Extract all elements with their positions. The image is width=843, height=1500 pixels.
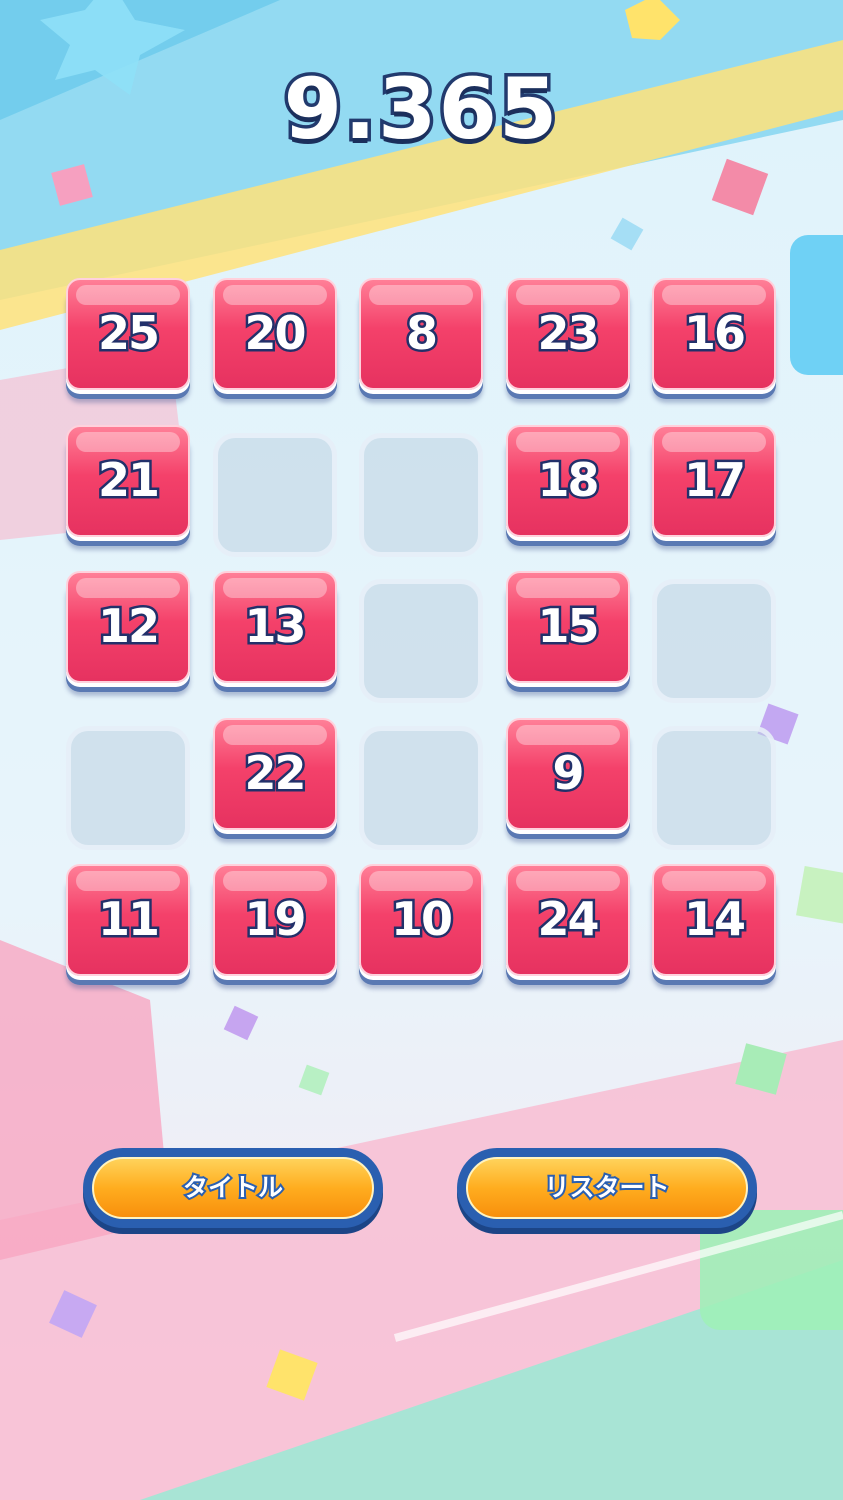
tile-face: 19 xyxy=(212,864,337,976)
tile-face: 8 xyxy=(359,278,483,390)
tile-face: 17 xyxy=(652,424,776,537)
tile-face: 20 xyxy=(212,278,337,390)
tile-number: 20 xyxy=(242,304,309,363)
tile-number: 9 xyxy=(550,743,587,802)
tile-number: 18 xyxy=(535,450,602,509)
tile-face: 16 xyxy=(652,278,776,390)
number-tile[interactable]: 11 xyxy=(66,864,190,988)
number-tile[interactable]: 23 xyxy=(505,278,630,402)
empty-slot-face xyxy=(652,579,776,703)
number-tile[interactable]: 22 xyxy=(212,717,337,842)
restart-button[interactable]: リスタート xyxy=(457,1148,757,1228)
tile-number: 14 xyxy=(681,890,748,949)
number-tile[interactable]: 9 xyxy=(505,717,630,842)
number-tile[interactable]: 13 xyxy=(212,571,337,695)
empty-slot-face xyxy=(212,432,337,557)
empty-slot xyxy=(359,718,483,850)
tile-number: 11 xyxy=(95,890,162,949)
tile-face: 11 xyxy=(66,864,190,976)
tile-face: 12 xyxy=(66,571,190,683)
tile-number: 8 xyxy=(403,304,440,363)
tile-face: 23 xyxy=(505,278,630,390)
number-tile[interactable]: 8 xyxy=(359,278,483,402)
empty-slot xyxy=(652,718,776,850)
number-grid: 25 20 8 23 16 21 18 17 12 13 15 22 9 11 19 10 24 14 xyxy=(66,278,778,996)
number-tile[interactable]: 17 xyxy=(652,424,776,549)
empty-slot-face xyxy=(359,725,483,850)
tile-number: 24 xyxy=(535,890,602,949)
timer-display: 9.365 xyxy=(280,57,561,162)
number-tile[interactable]: 21 xyxy=(66,424,190,549)
tile-number: 23 xyxy=(535,304,602,363)
tile-face: 21 xyxy=(66,424,190,537)
number-tile[interactable]: 19 xyxy=(212,864,337,988)
empty-slot xyxy=(359,571,483,703)
number-tile[interactable]: 15 xyxy=(505,571,630,695)
empty-slot xyxy=(359,425,483,557)
tile-face: 15 xyxy=(505,571,630,683)
empty-slot-face xyxy=(359,579,483,703)
empty-slot-face xyxy=(359,432,483,557)
tile-number: 13 xyxy=(242,597,309,656)
tile-number: 21 xyxy=(95,450,162,509)
title-button-label: タイトル xyxy=(181,1171,285,1204)
tile-face: 18 xyxy=(505,424,630,537)
tile-face: 9 xyxy=(505,717,630,830)
tile-number: 22 xyxy=(242,743,309,802)
empty-slot xyxy=(66,718,190,850)
tile-number: 25 xyxy=(95,304,162,363)
number-tile[interactable]: 24 xyxy=(505,864,630,988)
tile-face: 24 xyxy=(505,864,630,976)
tile-face: 10 xyxy=(359,864,483,976)
number-tile[interactable]: 20 xyxy=(212,278,337,402)
tile-number: 17 xyxy=(681,450,748,509)
number-tile[interactable]: 12 xyxy=(66,571,190,695)
title-button[interactable]: タイトル xyxy=(83,1148,383,1228)
tile-number: 19 xyxy=(242,890,309,949)
empty-slot xyxy=(212,425,337,557)
restart-button-label: リスタート xyxy=(542,1171,671,1204)
number-tile[interactable]: 14 xyxy=(652,864,776,988)
tile-face: 22 xyxy=(212,717,337,830)
tile-face: 14 xyxy=(652,864,776,976)
number-tile[interactable]: 10 xyxy=(359,864,483,988)
empty-slot-face xyxy=(66,725,190,850)
empty-slot-face xyxy=(652,725,776,850)
tile-number: 10 xyxy=(388,890,455,949)
empty-slot xyxy=(652,571,776,703)
tile-number: 16 xyxy=(681,304,748,363)
tile-face: 25 xyxy=(66,278,190,390)
number-tile[interactable]: 18 xyxy=(505,424,630,549)
tile-face: 13 xyxy=(212,571,337,683)
number-tile[interactable]: 16 xyxy=(652,278,776,402)
tile-number: 15 xyxy=(535,597,602,656)
tile-number: 12 xyxy=(95,597,162,656)
number-tile[interactable]: 25 xyxy=(66,278,190,402)
